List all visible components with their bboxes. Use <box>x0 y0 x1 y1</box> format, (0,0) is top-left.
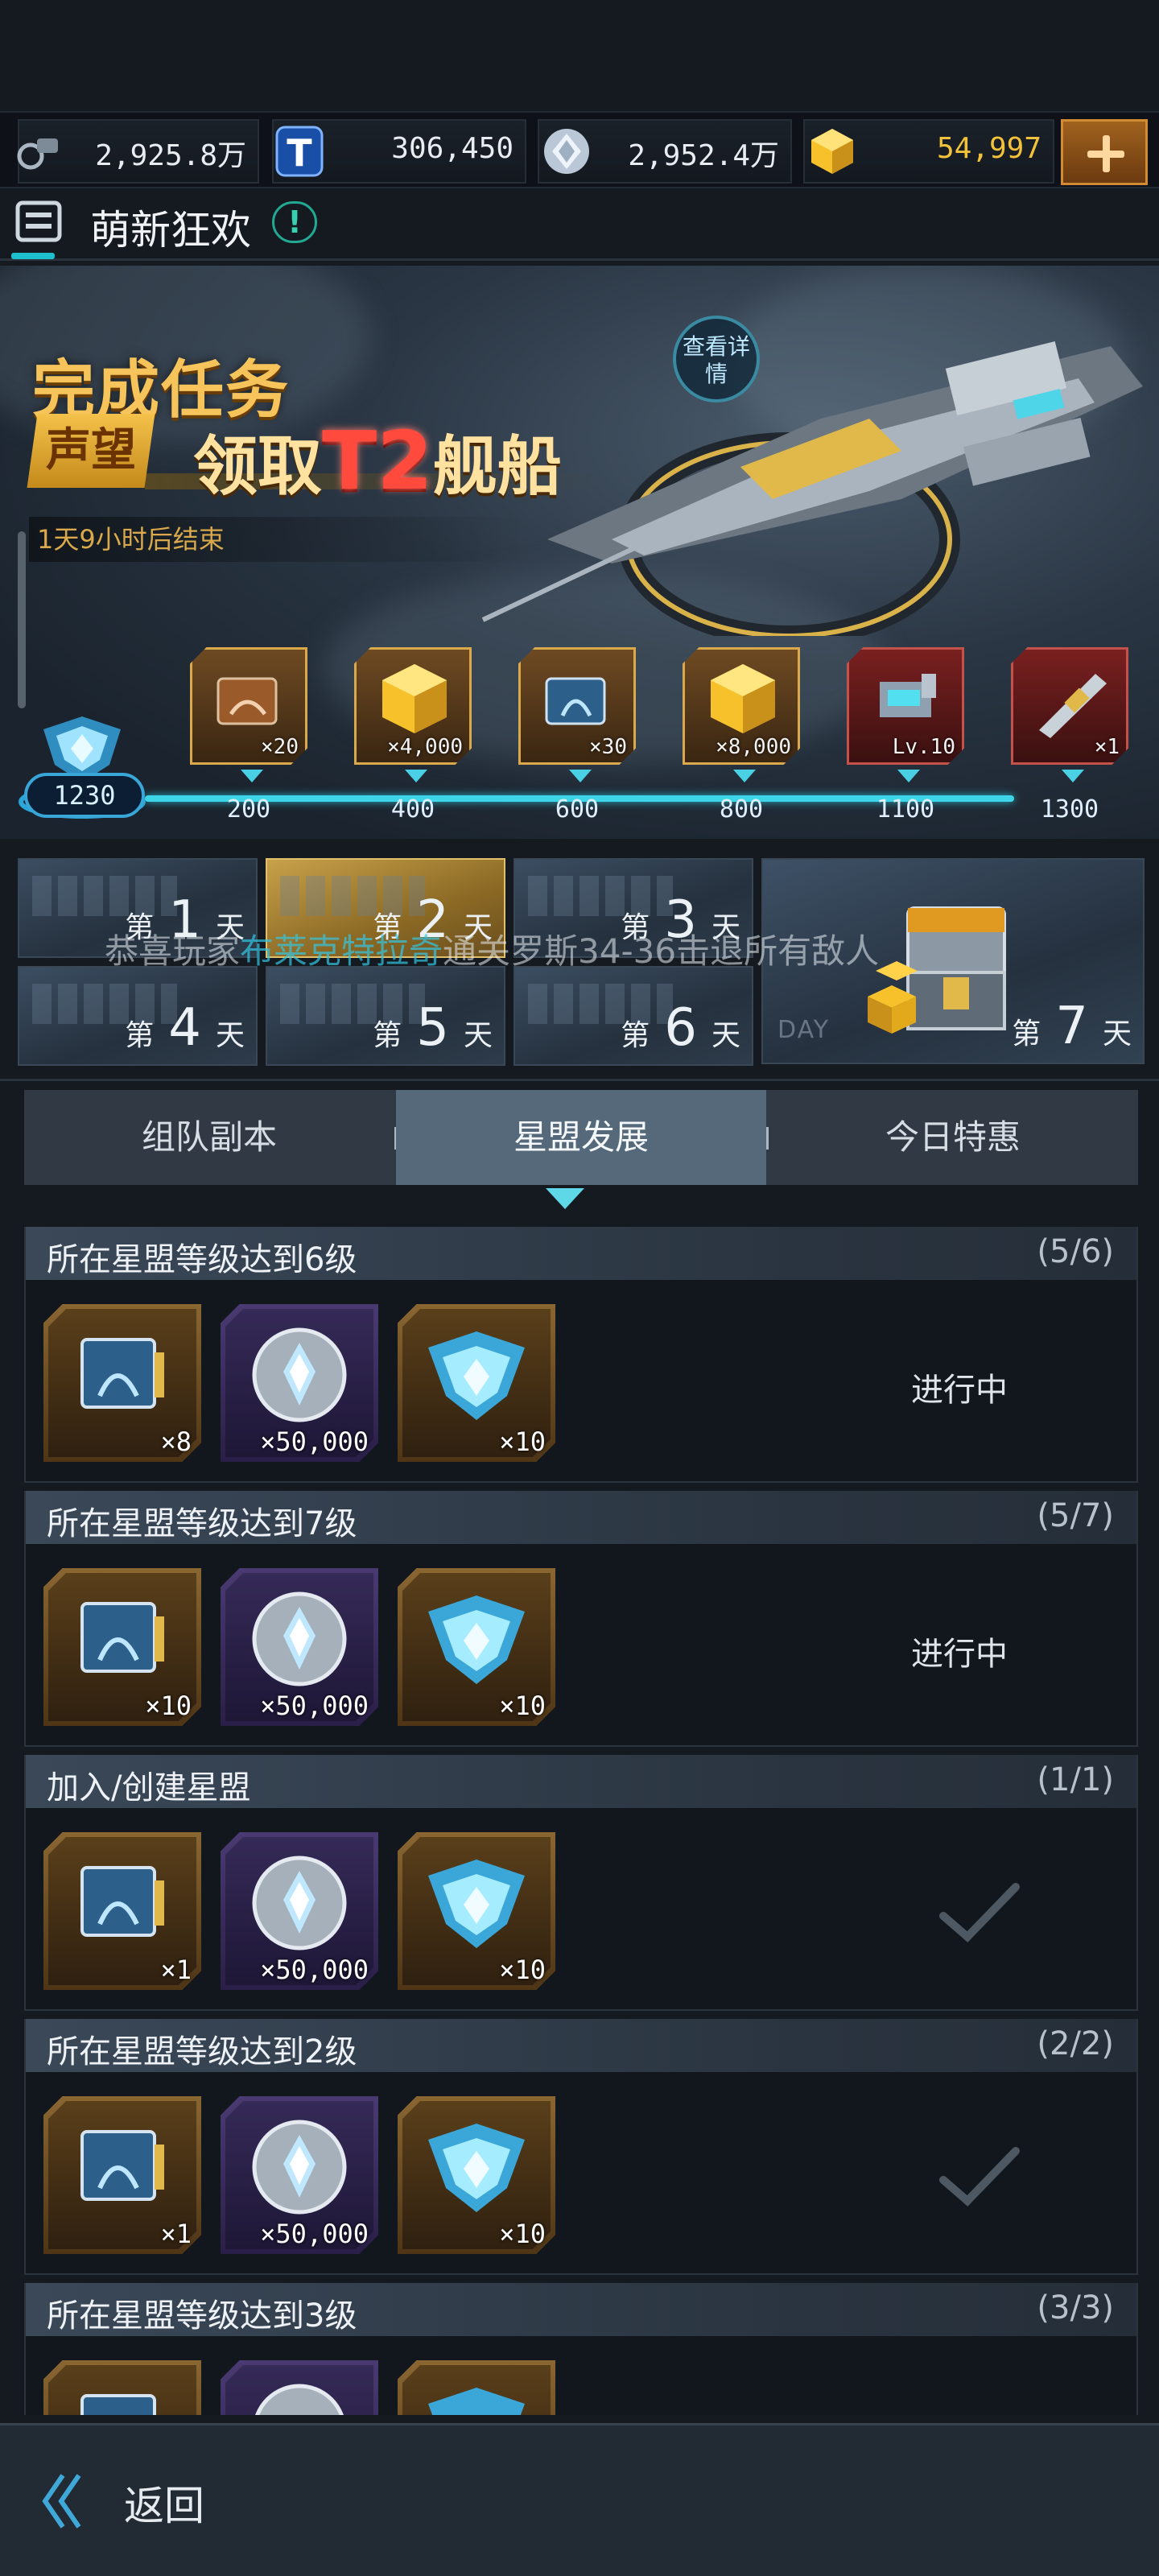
reward-alliance-coin[interactable]: ×50,000 <box>221 1568 378 1726</box>
blueprint-icon <box>80 1866 164 1937</box>
token-value: 306,450 <box>391 132 514 165</box>
reward-blueprint[interactable]: ×10 <box>43 1568 201 1726</box>
reward-prestige[interactable] <box>398 2360 555 2415</box>
banner-scrollbar[interactable] <box>18 531 26 708</box>
reward-prestige[interactable]: ×10 <box>398 2096 555 2254</box>
task-progress: (2/2) <box>1037 2025 1114 2062</box>
milestone-800[interactable]: ×8,000 800 <box>681 647 802 824</box>
reward-blueprint[interactable] <box>43 2360 201 2415</box>
section-divider <box>0 1079 1159 1081</box>
alliance-coin-icon <box>252 2384 347 2415</box>
prestige-icon <box>428 2124 525 2212</box>
blueprint-icon <box>80 2394 156 2415</box>
reward-blueprint[interactable]: ×1 <box>43 1832 201 1990</box>
milestone-1300[interactable]: ×1 1300 <box>1009 647 1130 824</box>
task-item: 加入/创建星盟 (1/1) ×1 ×50,000 ×10 <box>24 1755 1138 2011</box>
day-7-watermark: DAY <box>777 1016 831 1044</box>
crystal-icon <box>544 129 589 174</box>
prestige-icon <box>428 1331 525 1420</box>
prestige-icon <box>428 2388 525 2415</box>
active-tab-pointer <box>546 1188 584 1209</box>
crystal-resource: 2,952.4万 <box>538 119 792 184</box>
svg-text:T: T <box>287 131 312 175</box>
reward-prestige[interactable]: ×10 <box>398 1304 555 1462</box>
task-progress: (3/3) <box>1037 2289 1114 2326</box>
reward-alliance-coin[interactable]: ×50,000 <box>221 2096 378 2254</box>
token-resource: T 306,450 <box>272 119 526 184</box>
tab-alliance-development[interactable]: 星盟发展 <box>396 1090 766 1185</box>
task-list[interactable]: 所在星盟等级达到6级 (5/6) ×8 ×50,000 ×10 进行中 所在星盟等… <box>24 1219 1138 2415</box>
blueprint-icon <box>80 2130 164 2201</box>
blueprint-icon <box>80 1602 164 1673</box>
t-token-icon: T <box>275 126 324 177</box>
double-chevron-left-icon[interactable] <box>39 2471 87 2532</box>
task-title: 所在星盟等级达到2级 <box>47 2033 357 2070</box>
prestige-icon <box>428 1596 525 1684</box>
prestige-icon <box>428 1860 525 1948</box>
broadcast-marquee: 恭喜玩家布莱克特拉奇通关罗斯34-36击退所有敌人 <box>105 931 880 971</box>
treasure-chest-icon <box>868 906 1006 1034</box>
task-status: 进行中 <box>911 1636 1008 1673</box>
task-title: 所在星盟等级达到3级 <box>47 2297 357 2334</box>
banner-tag: 声望 <box>27 414 155 488</box>
day-6-tab[interactable]: 第6天 <box>514 966 753 1066</box>
reward-alliance-coin[interactable]: ×50,000 <box>221 1832 378 1990</box>
back-button[interactable]: 返回 <box>124 2474 204 2532</box>
reward-blueprint[interactable]: ×1 <box>43 2096 201 2254</box>
info-icon[interactable]: ! <box>272 201 317 243</box>
task-progress: (5/6) <box>1037 1233 1114 1270</box>
task-title: 所在星盟等级达到6级 <box>47 1241 357 1278</box>
add-gold-button[interactable] <box>1061 119 1148 185</box>
task-title: 加入/创建星盟 <box>47 1769 251 1806</box>
milestone-400[interactable]: ×4,000 400 <box>353 647 473 824</box>
alliance-coin-icon <box>252 1856 347 1951</box>
event-icon <box>15 200 62 242</box>
milestone-200[interactable]: ×20 200 <box>188 647 309 824</box>
reward-prestige[interactable]: ×10 <box>398 1568 555 1726</box>
tab-team-dungeon[interactable]: 组队副本 <box>24 1090 394 1185</box>
banner-subline: 领取T2舰船 <box>193 414 562 508</box>
completed-check-icon <box>939 2147 1020 2207</box>
completed-check-icon <box>939 1883 1020 1942</box>
page-title: 萌新狂欢 <box>90 207 251 254</box>
day-5-tab[interactable]: 第5天 <box>266 966 505 1066</box>
task-title: 所在星盟等级达到7级 <box>47 1505 357 1542</box>
milestone-600[interactable]: ×30 600 <box>517 647 637 824</box>
gold-value: 54,997 <box>936 132 1041 165</box>
task-item: 所在星盟等级达到7级 (5/7) ×10 ×50,000 ×10 进行中 <box>24 1491 1138 1747</box>
blueprint-icon <box>80 1338 164 1409</box>
alliance-coin-icon <box>252 2120 347 2215</box>
task-status: 进行中 <box>911 1372 1008 1409</box>
fuel-value: 2,925.8万 <box>95 139 246 172</box>
task-item: 所在星盟等级达到6级 (5/6) ×8 ×50,000 ×10 进行中 <box>24 1227 1138 1483</box>
task-progress: (5/7) <box>1037 1497 1114 1534</box>
gold-resource: 54,997 <box>803 119 1054 184</box>
current-score: 1230 <box>24 773 145 818</box>
view-details-button[interactable]: 查看详情 <box>673 316 760 402</box>
fuel-icon <box>17 138 58 170</box>
reward-alliance-coin[interactable] <box>221 2360 378 2415</box>
task-item: 所在星盟等级达到2级 (2/2) ×1 ×50,000 ×10 <box>24 2019 1138 2275</box>
event-banner: 完成任务 声望 领取T2舰船 查看详情 1天9小时后结束 1230 ×20 20… <box>0 266 1159 839</box>
category-tabs: 组队副本 星盟发展 今日特惠 <box>24 1090 1138 1185</box>
fuel-resource: 2,925.8万 <box>17 119 259 184</box>
reward-blueprint[interactable]: ×8 <box>43 1304 201 1462</box>
bottom-bar: 返回 <box>0 2423 1159 2576</box>
task-progress: (1/1) <box>1037 1761 1114 1798</box>
event-countdown: 1天9小时后结束 <box>29 517 528 562</box>
day-4-tab[interactable]: 第4天 <box>18 966 258 1066</box>
title-underline <box>11 253 55 259</box>
crystal-value: 2,952.4万 <box>628 139 779 172</box>
title-bar: 萌新狂欢 ! <box>0 190 1159 261</box>
milestone-1100[interactable]: Lv.10 1100 <box>845 647 966 824</box>
alliance-coin-icon <box>252 1327 347 1422</box>
task-item: 所在星盟等级达到3级 (3/3) <box>24 2283 1138 2415</box>
resource-bar: 2,925.8万 T 306,450 2,952.4万 54,997 <box>0 111 1159 188</box>
reward-alliance-coin[interactable]: ×50,000 <box>221 1304 378 1462</box>
day-selector: 第1天 第2天 第3天 第4天 第5天 第6天 DAY 第7天 恭喜玩家布莱克特… <box>0 853 1159 1079</box>
reward-prestige[interactable]: ×10 <box>398 1832 555 1990</box>
tab-daily-deals[interactable]: 今日特惠 <box>768 1090 1138 1185</box>
gold-cube-icon <box>811 129 853 174</box>
alliance-coin-icon <box>252 1591 347 1686</box>
